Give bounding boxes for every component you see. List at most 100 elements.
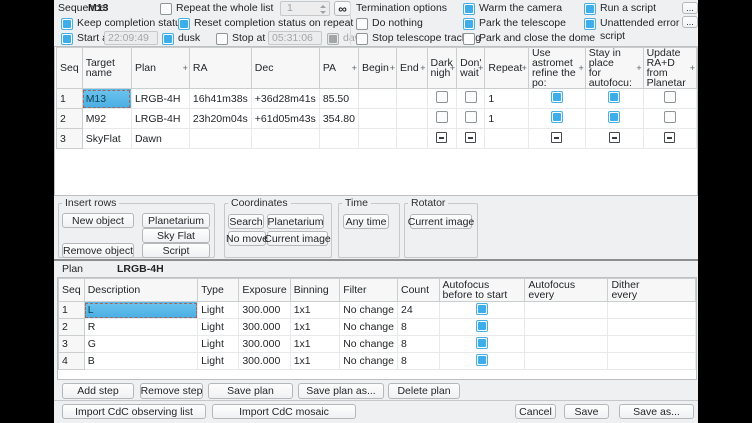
table-cell[interactable]: +36d28m41s bbox=[251, 89, 319, 109]
save-as-button[interactable]: Save as... bbox=[619, 404, 694, 419]
cell-checkbox[interactable] bbox=[476, 320, 488, 332]
sort-indicator[interactable]: + bbox=[522, 63, 527, 73]
save-button[interactable]: Save bbox=[564, 404, 609, 419]
add-step-button[interactable]: Add step bbox=[62, 383, 134, 399]
cell-checkbox[interactable] bbox=[609, 132, 620, 143]
table-cell[interactable] bbox=[643, 129, 696, 149]
column-header[interactable]: PA+ bbox=[319, 48, 358, 89]
table-cell[interactable] bbox=[525, 319, 608, 336]
table-cell[interactable] bbox=[643, 109, 696, 129]
table-cell[interactable] bbox=[427, 129, 457, 149]
rotator-current-image-button[interactable]: Current image bbox=[410, 214, 472, 229]
table-cell[interactable]: B bbox=[84, 353, 197, 370]
table-cell[interactable] bbox=[485, 129, 529, 149]
table-cell[interactable]: SkyFlat bbox=[82, 129, 131, 149]
cell-checkbox[interactable] bbox=[436, 111, 448, 123]
park-close-dome-checkbox[interactable] bbox=[463, 33, 475, 45]
table-cell[interactable] bbox=[608, 319, 696, 336]
cancel-button[interactable]: Cancel bbox=[515, 404, 556, 419]
table-cell[interactable]: 354.80 bbox=[319, 109, 358, 129]
table-cell[interactable] bbox=[457, 109, 485, 129]
column-header[interactable]: RA bbox=[189, 48, 251, 89]
column-header[interactable]: Seq bbox=[59, 279, 85, 302]
table-cell[interactable] bbox=[608, 302, 696, 319]
start-time-field[interactable]: 22:09:49 bbox=[104, 31, 158, 45]
column-header[interactable]: Exposure bbox=[239, 279, 290, 302]
table-cell[interactable]: 300.000 bbox=[239, 336, 290, 353]
table-cell[interactable] bbox=[427, 109, 457, 129]
cell-checkbox[interactable] bbox=[476, 337, 488, 349]
table-cell[interactable] bbox=[397, 89, 428, 109]
table-cell[interactable]: No change bbox=[340, 302, 398, 319]
table-cell[interactable] bbox=[439, 302, 525, 319]
spin-up-icon[interactable] bbox=[320, 5, 326, 8]
sort-indicator[interactable]: + bbox=[352, 63, 357, 73]
table-cell[interactable] bbox=[608, 353, 696, 370]
sort-indicator[interactable]: + bbox=[690, 63, 695, 73]
table-cell[interactable] bbox=[439, 319, 525, 336]
row-header[interactable]: 2 bbox=[59, 319, 85, 336]
stop-at-checkbox[interactable] bbox=[216, 33, 228, 45]
table-cell[interactable] bbox=[643, 89, 696, 109]
table-cell[interactable] bbox=[528, 109, 585, 129]
column-header[interactable]: Target name bbox=[82, 48, 131, 89]
do-nothing-checkbox[interactable] bbox=[356, 18, 368, 30]
park-telescope-checkbox[interactable] bbox=[463, 18, 475, 30]
new-object-button[interactable]: New object bbox=[62, 213, 134, 228]
table-cell[interactable] bbox=[358, 129, 396, 149]
remove-object-button[interactable]: Remove object bbox=[62, 243, 134, 258]
sort-indicator[interactable]: + bbox=[183, 63, 188, 73]
column-header[interactable]: Autofocus before to start bbox=[439, 279, 525, 302]
table-cell[interactable] bbox=[585, 129, 643, 149]
table-cell[interactable]: 8 bbox=[397, 353, 439, 370]
table-cell[interactable] bbox=[427, 89, 457, 109]
save-plan-as-button[interactable]: Save plan as... bbox=[298, 383, 384, 399]
unattended-error-browse-button[interactable]: ... bbox=[682, 16, 698, 28]
column-header[interactable]: Binning bbox=[290, 279, 340, 302]
remove-step-button[interactable]: Remove step bbox=[140, 383, 203, 399]
sort-indicator[interactable]: + bbox=[578, 63, 583, 73]
column-header[interactable]: Filter bbox=[340, 279, 398, 302]
start-at-checkbox[interactable] bbox=[61, 33, 73, 45]
cell-checkbox[interactable] bbox=[608, 111, 620, 123]
table-cell[interactable]: 1 bbox=[485, 109, 529, 129]
sort-indicator[interactable]: + bbox=[636, 63, 641, 73]
table-cell[interactable]: No change bbox=[340, 319, 398, 336]
coordinates-current-image-button[interactable]: Current image bbox=[267, 231, 328, 246]
import-cdc-observing-list-button[interactable]: Import CdC observing list bbox=[62, 404, 206, 419]
table-cell[interactable]: G bbox=[84, 336, 197, 353]
table-cell[interactable] bbox=[457, 129, 485, 149]
column-header[interactable]: Update RA+D from Planetar+ bbox=[643, 48, 696, 89]
table-cell[interactable]: 1x1 bbox=[290, 319, 340, 336]
delete-plan-button[interactable]: Delete plan bbox=[388, 383, 460, 399]
keep-completion-checkbox[interactable] bbox=[61, 18, 73, 30]
table-cell[interactable] bbox=[358, 89, 396, 109]
sky-flat-button[interactable]: Sky Flat bbox=[142, 228, 210, 243]
column-header[interactable]: Don' wait+ bbox=[457, 48, 485, 89]
row-header[interactable]: 3 bbox=[57, 129, 83, 149]
table-cell[interactable]: 24 bbox=[397, 302, 439, 319]
table-cell[interactable]: LRGB-4H bbox=[131, 89, 189, 109]
table-cell[interactable] bbox=[189, 129, 251, 149]
table-cell[interactable] bbox=[528, 89, 585, 109]
cell-checkbox[interactable] bbox=[465, 111, 477, 123]
table-cell[interactable] bbox=[439, 353, 525, 370]
cell-checkbox[interactable] bbox=[476, 303, 488, 315]
table-cell[interactable]: 300.000 bbox=[239, 353, 290, 370]
run-script-browse-button[interactable]: ... bbox=[682, 2, 698, 14]
table-cell[interactable]: L bbox=[84, 302, 197, 319]
table-cell[interactable]: Light bbox=[198, 336, 239, 353]
table-cell[interactable]: 300.000 bbox=[239, 302, 290, 319]
coordinates-search-button[interactable]: Search bbox=[228, 214, 264, 229]
table-cell[interactable]: 1x1 bbox=[290, 353, 340, 370]
any-time-button[interactable]: Any time bbox=[343, 214, 389, 229]
table-cell[interactable]: 23h20m04s bbox=[189, 109, 251, 129]
sort-indicator[interactable]: + bbox=[390, 63, 395, 73]
warm-camera-checkbox[interactable] bbox=[463, 3, 475, 15]
table-cell[interactable]: M92 bbox=[82, 109, 131, 129]
table-cell[interactable]: M13 bbox=[82, 89, 131, 109]
table-cell[interactable] bbox=[525, 336, 608, 353]
cell-checkbox[interactable] bbox=[551, 91, 563, 103]
table-cell[interactable]: R bbox=[84, 319, 197, 336]
column-header[interactable]: Description bbox=[84, 279, 197, 302]
